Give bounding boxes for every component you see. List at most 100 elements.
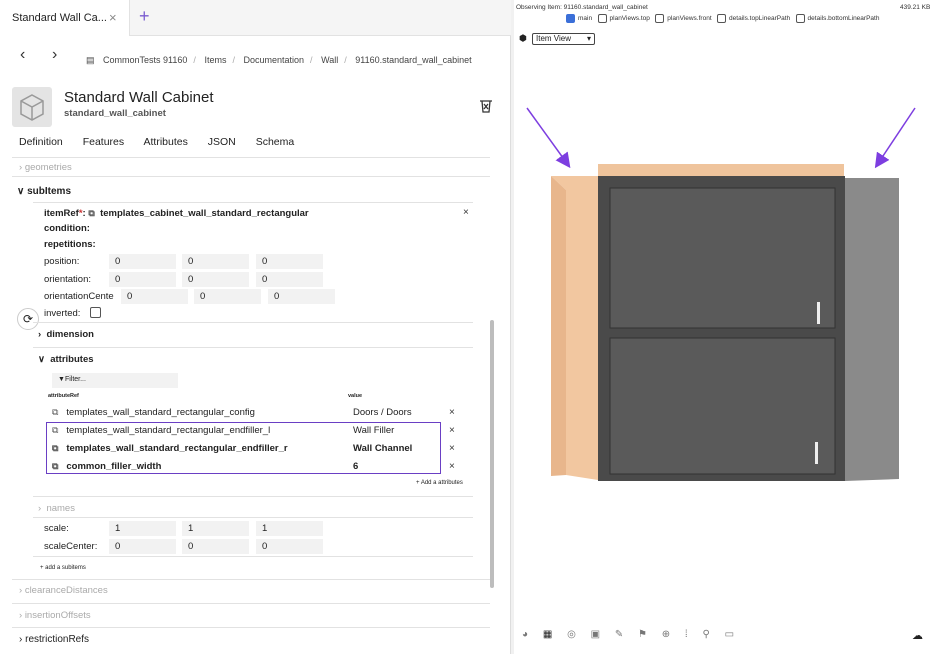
box-icon[interactable]: ▣ — [591, 629, 600, 640]
position-y-input[interactable]: 0 — [182, 254, 249, 269]
layer-top-toggle[interactable]: planViews.top — [597, 14, 650, 23]
add-tab-icon[interactable]: + — [139, 6, 150, 27]
divider — [33, 347, 473, 348]
tab-title: Standard Wall Ca... — [12, 12, 107, 24]
viewer-toolbar: ◕ ▦ ◎ ▣ ✎ ⚑ ⊕ ⁞ ⚲ ▭ — [522, 629, 746, 640]
remove-icon[interactable]: × — [449, 461, 455, 472]
column-header-ref: attributeRef — [48, 393, 79, 399]
tab-attributes[interactable]: Attributes — [143, 136, 187, 148]
end-filler-left-side — [551, 176, 566, 476]
external-link-icon[interactable]: ⧉ — [52, 407, 58, 417]
orientation-center-x-input[interactable]: 0 — [121, 289, 188, 304]
orientation-center-z-input[interactable]: 0 — [268, 289, 335, 304]
position-x-input[interactable]: 0 — [109, 254, 176, 269]
tree-names[interactable]: › names — [38, 503, 75, 514]
scrollbar[interactable] — [490, 320, 494, 588]
brush-icon[interactable]: ✎ — [615, 629, 623, 640]
inverted-checkbox[interactable] — [90, 307, 101, 318]
breadcrumb-item[interactable]: Documentation — [243, 55, 304, 65]
checkbox[interactable] — [717, 14, 727, 23]
checkbox-checked[interactable] — [566, 14, 575, 23]
orientation-label: orientation: — [44, 274, 92, 285]
checkbox[interactable] — [795, 14, 805, 23]
tree-geometries[interactable]: › geometries — [19, 162, 72, 172]
breadcrumb-item[interactable]: 91160.standard_wall_cabinet — [355, 55, 471, 65]
tab-features[interactable]: Features — [83, 136, 124, 148]
crosshair-icon[interactable]: ⊕ — [662, 629, 670, 640]
forward-icon[interactable]: › — [52, 46, 57, 64]
observing-label: Observing Item: 91160.standard_wall_cabi… — [516, 4, 648, 11]
door-handle — [815, 442, 818, 464]
scale-y-input[interactable]: 1 — [182, 521, 249, 536]
highlight-box — [46, 422, 441, 474]
cabinet-body — [598, 176, 845, 481]
orientation-x-input[interactable]: 0 — [109, 272, 176, 287]
orientation-center-y-input[interactable]: 0 — [194, 289, 261, 304]
flag-icon[interactable]: ⚑ — [638, 629, 647, 640]
main-tabs: Definition Features Attributes JSON Sche… — [19, 136, 311, 148]
repetitions-label: repetitions: — [44, 239, 96, 250]
tree-restriction-refs[interactable]: › restrictionRefs — [19, 634, 89, 645]
layer-bottompath-toggle[interactable]: details.bottomLinearPath — [795, 14, 879, 23]
position-z-input[interactable]: 0 — [256, 254, 323, 269]
remove-icon[interactable]: × — [449, 443, 455, 454]
cube-icon — [12, 87, 52, 127]
layer-main-toggle[interactable]: main — [566, 14, 592, 23]
layer-front-toggle[interactable]: planViews.front — [655, 14, 712, 23]
breadcrumb: ▤ CommonTests 91160/ Items / Documentatio… — [86, 55, 472, 65]
breadcrumb-item[interactable]: CommonTests 91160 — [103, 55, 187, 65]
delete-icon[interactable] — [478, 98, 494, 114]
view-select[interactable]: Item View ▾ — [532, 33, 595, 45]
scale-center-z-input[interactable]: 0 — [256, 539, 323, 554]
breadcrumb-item[interactable]: Wall — [321, 55, 338, 65]
tab-schema[interactable]: Schema — [256, 136, 295, 148]
annotation-arrow — [874, 107, 916, 169]
breadcrumb-item[interactable]: Items — [204, 55, 226, 65]
scale-label: scale: — [44, 523, 69, 534]
end-filler-left — [551, 176, 598, 480]
hierarchy-icon[interactable]: ⚲ — [702, 629, 709, 640]
checkbox[interactable] — [597, 14, 607, 23]
attribute-row: ⧉ templates_wall_standard_rectangular_co… — [52, 407, 255, 418]
cube-icon: ⬢ — [519, 33, 527, 43]
layer-toppath-toggle[interactable]: details.topLinearPath — [717, 14, 790, 23]
orientation-z-input[interactable]: 0 — [256, 272, 323, 287]
attribute-ref[interactable]: templates_wall_standard_rectangular_conf… — [66, 407, 255, 418]
divider — [33, 496, 473, 497]
back-icon[interactable]: ‹ — [20, 46, 25, 64]
tree-clearance-distances[interactable]: › clearanceDistances — [19, 585, 108, 596]
scale-center-x-input[interactable]: 0 — [109, 539, 176, 554]
document-tab[interactable]: Standard Wall Ca... × — [0, 0, 130, 36]
tree-insertion-offsets[interactable]: › insertionOffsets — [19, 610, 91, 621]
external-link-icon[interactable]: ⧉ — [88, 208, 94, 218]
close-icon[interactable]: × — [109, 10, 117, 25]
compass-icon[interactable]: ◎ — [567, 629, 576, 640]
divider — [33, 202, 473, 203]
remove-icon[interactable]: × — [463, 207, 469, 218]
palette-icon[interactable]: ◕ — [522, 629, 528, 640]
dots-icon[interactable]: ⁞ — [685, 629, 688, 640]
add-subitems-button[interactable]: + add a subitems — [40, 565, 86, 571]
itemref-value[interactable]: templates_cabinet_wall_standard_rectangu… — [100, 208, 309, 219]
remove-icon[interactable]: × — [449, 407, 455, 418]
tree-attributes[interactable]: ∨ attributes — [38, 354, 94, 365]
orientation-y-input[interactable]: 0 — [182, 272, 249, 287]
tab-definition[interactable]: Definition — [19, 136, 63, 148]
add-attributes-button[interactable]: + Add a attributes — [416, 480, 463, 486]
grid-icon[interactable]: ▦ — [543, 629, 552, 640]
filter-input[interactable]: ▼Filter... — [52, 373, 178, 388]
tree-dimension[interactable]: › dimension — [38, 329, 94, 340]
scale-z-input[interactable]: 1 — [256, 521, 323, 536]
checkbox[interactable] — [655, 14, 665, 23]
tab-json[interactable]: JSON — [208, 136, 236, 148]
scale-center-y-input[interactable]: 0 — [182, 539, 249, 554]
sync-icon[interactable]: ⟳ — [17, 308, 39, 330]
attribute-value[interactable]: Doors / Doors — [353, 407, 412, 418]
cloud-download-icon[interactable]: ☁ — [912, 629, 923, 642]
tree-subitems[interactable]: ∨ subItems — [17, 186, 71, 197]
remove-icon[interactable]: × — [449, 425, 455, 436]
screen-icon[interactable]: ▭ — [725, 629, 734, 640]
divider — [12, 627, 490, 628]
scale-x-input[interactable]: 1 — [109, 521, 176, 536]
annotation-arrow — [526, 107, 571, 169]
